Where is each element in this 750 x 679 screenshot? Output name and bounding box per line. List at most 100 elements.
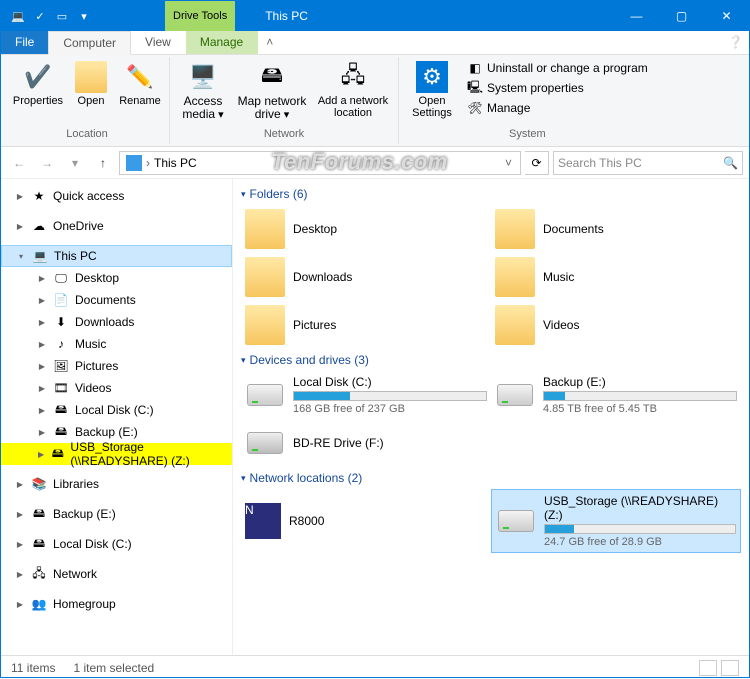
ribbon: ✔️ Properties Open ✏️ Rename Location 🖥️…: [1, 55, 749, 147]
nav-this-pc[interactable]: ▾💻This PC: [1, 245, 232, 267]
libraries-icon: 📚: [31, 476, 47, 492]
capacity-bar: [543, 391, 737, 401]
nav-pictures[interactable]: ▶🖼Pictures: [1, 355, 232, 377]
drive-local-c[interactable]: Local Disk (C:) 168 GB free of 237 GB: [241, 371, 491, 419]
view-details-button[interactable]: [699, 660, 717, 676]
tab-file[interactable]: File: [1, 31, 48, 54]
manage-button[interactable]: 🛠 Manage: [463, 99, 652, 117]
uninstall-icon: ◧: [467, 60, 483, 76]
nav-backup-e2[interactable]: ▶🖴Backup (E:): [1, 503, 232, 525]
nav-documents[interactable]: ▶📄Documents: [1, 289, 232, 311]
documents-icon: 📄: [53, 292, 69, 308]
content-pane: ▾Folders (6) Desktop Documents Downloads…: [233, 179, 749, 655]
view-large-icons-button[interactable]: [721, 660, 739, 676]
add-location-icon: 🖧: [337, 61, 369, 93]
refresh-button[interactable]: ⟳: [525, 151, 549, 175]
map-drive-button[interactable]: 🖴 Map network drive ▾: [234, 59, 310, 123]
cloud-icon: ☁: [31, 218, 47, 234]
nav-music[interactable]: ▶♪Music: [1, 333, 232, 355]
group-label-system: System: [403, 128, 652, 142]
nav-videos[interactable]: ▶🎞Videos: [1, 377, 232, 399]
access-media-button[interactable]: 🖥️ Access media ▾: [174, 59, 232, 123]
pc-icon: [126, 155, 142, 171]
quick-access-toolbar: 💻 ✓ ▭ ▾: [1, 5, 95, 27]
group-label-location: Location: [9, 128, 165, 142]
videos-icon: 🎞: [53, 380, 69, 396]
ribbon-collapse-icon[interactable]: ˄: [258, 31, 281, 54]
group-label-network: Network: [174, 128, 394, 142]
folder-desktop[interactable]: Desktop: [241, 205, 491, 253]
capacity-bar: [293, 391, 487, 401]
nav-onedrive[interactable]: ▶☁OneDrive: [1, 215, 232, 237]
tab-manage[interactable]: Manage: [186, 31, 258, 54]
netloc-r8000[interactable]: N R8000: [241, 489, 491, 553]
window-title: This PC: [265, 9, 308, 23]
rename-icon: ✏️: [124, 61, 156, 93]
open-button[interactable]: Open: [69, 59, 113, 109]
nav-usb-storage[interactable]: ▶🖴USB_Storage (\\READYSHARE) (Z:): [1, 443, 232, 465]
folder-pictures[interactable]: Pictures: [241, 301, 491, 349]
nav-network[interactable]: ▶🖧Network: [1, 563, 232, 585]
ribbon-group-network: 🖥️ Access media ▾ 🖴 Map network drive ▾ …: [170, 57, 399, 144]
forward-button[interactable]: →: [35, 151, 59, 175]
nav-libraries[interactable]: ▶📚Libraries: [1, 473, 232, 495]
nav-quick-access[interactable]: ▶★Quick access: [1, 185, 232, 207]
address-bar[interactable]: › This PC ˅: [119, 151, 521, 175]
nav-local-c2[interactable]: ▶🖴Local Disk (C:): [1, 533, 232, 555]
access-media-icon: 🖥️: [187, 61, 219, 93]
folder-music[interactable]: Music: [491, 253, 741, 301]
status-selected-count: 1 item selected: [73, 661, 154, 675]
close-button[interactable]: ✕: [704, 1, 749, 31]
system-properties-button[interactable]: 🖳 System properties: [463, 79, 652, 97]
back-button[interactable]: ←: [7, 151, 31, 175]
sys-props-icon: 🖳: [467, 80, 483, 96]
homegroup-icon: 👥: [31, 596, 47, 612]
recent-locations-icon[interactable]: ▾: [63, 151, 87, 175]
status-item-count: 11 items: [11, 661, 55, 675]
folder-videos[interactable]: Videos: [491, 301, 741, 349]
breadcrumb[interactable]: This PC: [150, 156, 201, 170]
folder-documents[interactable]: Documents: [491, 205, 741, 253]
drive-bdre-f[interactable]: BD-RE Drive (F:): [241, 419, 491, 467]
rename-button[interactable]: ✏️ Rename: [115, 59, 165, 109]
nav-local-c[interactable]: ▶🖴Local Disk (C:): [1, 399, 232, 421]
tab-computer[interactable]: Computer: [48, 31, 131, 55]
netloc-usb-storage[interactable]: USB_Storage (\\READYSHARE) (Z:) 24.7 GB …: [491, 489, 741, 553]
qat-icon-pin[interactable]: ✓: [29, 5, 51, 27]
capacity-bar: [544, 524, 736, 534]
section-devices[interactable]: ▾Devices and drives (3): [241, 349, 741, 371]
section-folders[interactable]: ▾Folders (6): [241, 183, 741, 205]
help-icon[interactable]: ❔: [722, 31, 749, 54]
search-icon: 🔍: [723, 156, 738, 170]
address-dropdown-icon[interactable]: ˅: [499, 156, 518, 170]
add-network-location-button[interactable]: 🖧 Add a network location: [312, 59, 394, 123]
ribbon-group-system: ⚙ Open Settings ◧ Uninstall or change a …: [399, 57, 656, 144]
section-network-locations[interactable]: ▾Network locations (2): [241, 467, 741, 489]
drive-backup-e[interactable]: Backup (E:) 4.85 TB free of 5.45 TB: [491, 371, 741, 419]
qat-dropdown-icon[interactable]: ▾: [73, 5, 95, 27]
folder-downloads[interactable]: Downloads: [241, 253, 491, 301]
open-settings-button[interactable]: ⚙ Open Settings: [403, 59, 461, 121]
search-input[interactable]: Search This PC 🔍: [553, 151, 743, 175]
folder-icon: [245, 305, 285, 345]
maximize-button[interactable]: ▢: [659, 1, 704, 31]
up-button[interactable]: ↑: [91, 151, 115, 175]
chevron-down-icon: ▾: [241, 473, 246, 484]
network-drive-icon: 🖴: [51, 446, 64, 462]
chevron-down-icon: ▾: [241, 189, 246, 200]
uninstall-program-button[interactable]: ◧ Uninstall or change a program: [463, 59, 652, 77]
network-drive-icon: [496, 501, 536, 541]
drive-icon: 🖴: [31, 536, 47, 552]
ribbon-tabs: File Computer View Manage ˄ ❔: [1, 31, 749, 55]
qat-icon-pc[interactable]: 💻: [7, 5, 29, 27]
folder-icon: [495, 257, 535, 297]
minimize-button[interactable]: —: [614, 1, 659, 31]
drive-icon: 🖴: [53, 424, 69, 440]
properties-button[interactable]: ✔️ Properties: [9, 59, 67, 109]
address-row: ← → ▾ ↑ › This PC ˅ ⟳ Search This PC 🔍: [1, 147, 749, 179]
nav-homegroup[interactable]: ▶👥Homegroup: [1, 593, 232, 615]
nav-downloads[interactable]: ▶⬇Downloads: [1, 311, 232, 333]
qat-icon-doc[interactable]: ▭: [51, 5, 73, 27]
nav-desktop[interactable]: ▶🖵Desktop: [1, 267, 232, 289]
tab-view[interactable]: View: [131, 31, 186, 54]
